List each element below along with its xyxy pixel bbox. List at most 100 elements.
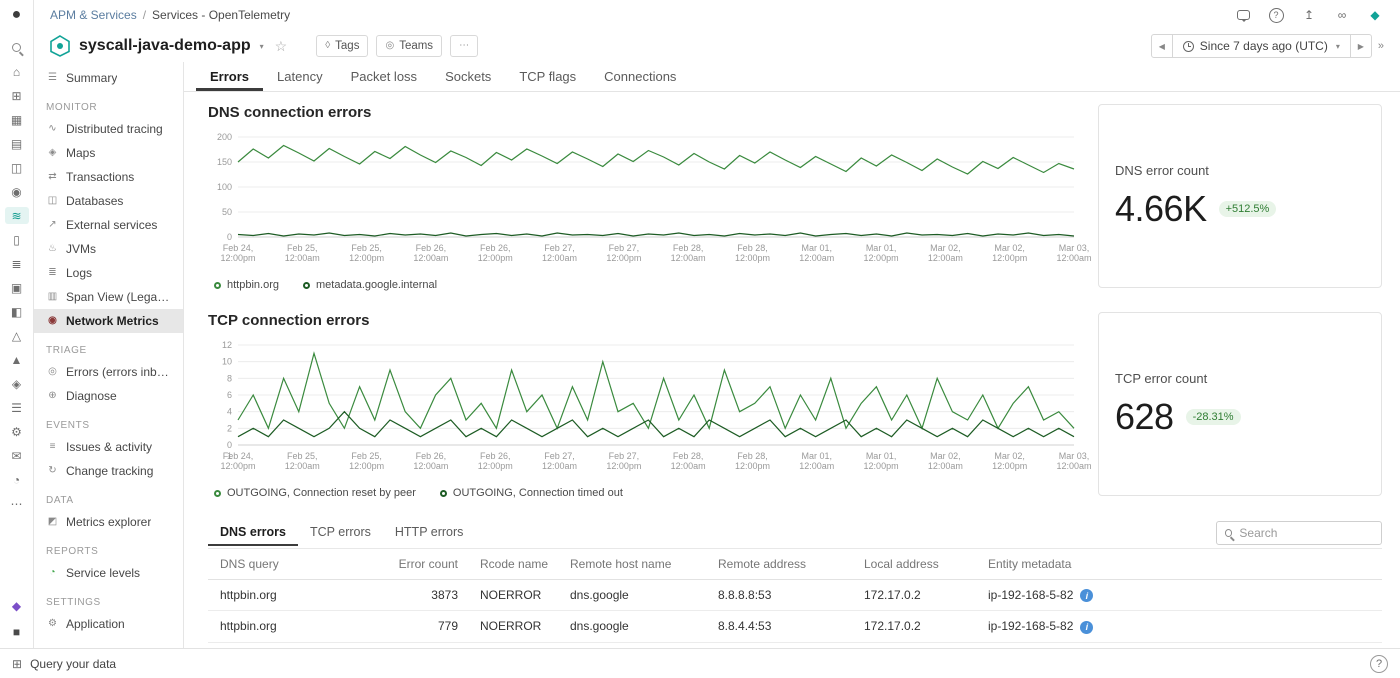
table-row[interactable]: httpbin.org779NOERRORdns.google8.8.4.4:5…: [208, 611, 1382, 642]
events-icon[interactable]: ☰: [5, 399, 29, 416]
y-tick-label: 0: [227, 440, 232, 450]
app-logo[interactable]: ●: [5, 6, 29, 23]
sidebar-item-network-metrics[interactable]: ◉Network Metrics: [34, 309, 183, 333]
sidebar-item-application[interactable]: ⚙Application: [34, 612, 183, 636]
sidebar-item-label: Logs: [66, 266, 92, 280]
sidebar-item-change-tracking[interactable]: ↻Change tracking: [34, 459, 183, 483]
tab-latency[interactable]: Latency: [263, 62, 337, 91]
tab-packet-loss[interactable]: Packet loss: [337, 62, 431, 91]
more-actions-button[interactable]: ⋯: [450, 35, 478, 57]
sidebar-item-service-levels[interactable]: ◔Service levels: [34, 561, 183, 585]
logs-icon[interactable]: ≣: [5, 255, 29, 272]
time-range-prev-button[interactable]: ◀: [1151, 34, 1173, 58]
column-header-error-count[interactable]: Error count: [358, 549, 468, 580]
share-icon[interactable]: ↥: [1300, 6, 1318, 24]
column-header-remote-host-name[interactable]: Remote host name: [558, 549, 706, 580]
ux-monitoring-icon[interactable]: ◧: [5, 303, 29, 320]
x-tick-label: 12:00pm: [606, 253, 641, 263]
x-tick-label: Mar 01,: [802, 451, 833, 461]
service-mgmt-icon[interactable]: ◔: [5, 471, 29, 488]
table-row[interactable]: httpbin.org3873NOERRORdns.google8.8.8.8:…: [208, 580, 1382, 611]
favorite-star-icon[interactable]: ☆: [275, 38, 288, 55]
change-tracking-icon: ↻: [46, 466, 59, 476]
dns-chart-legend: httpbin.orgmetadata.google.internal: [208, 276, 1078, 294]
x-tick-label: 12:00pm: [349, 253, 384, 263]
help-icon[interactable]: ?: [1267, 6, 1285, 24]
sidebar-item-metrics-explorer[interactable]: ◩Metrics explorer: [34, 510, 183, 534]
home-icon[interactable]: ⌂: [5, 63, 29, 80]
sidebar-item-maps[interactable]: ◈Maps: [34, 141, 183, 165]
more-apps-icon[interactable]: ⋯: [5, 495, 29, 512]
user-avatar[interactable]: ■: [5, 623, 29, 640]
comments-icon[interactable]: [1234, 6, 1252, 24]
monitors-icon[interactable]: ◫: [5, 159, 29, 176]
notebooks-icon[interactable]: ▯: [5, 231, 29, 248]
page-title[interactable]: syscall-java-demo-app: [79, 37, 251, 55]
title-bar: syscall-java-demo-app ▾ ☆ ◊Tags ◎Teams ⋯ ◀…: [34, 30, 1400, 62]
tab-errors[interactable]: Errors: [196, 62, 263, 91]
breadcrumb-services-opentelemetry[interactable]: Services - OpenTelemetry: [152, 8, 290, 22]
column-header-entity-metadata[interactable]: Entity metadata: [976, 549, 1382, 580]
subtab-dns-errors[interactable]: DNS errors: [208, 520, 298, 546]
tags-button[interactable]: ◊Tags: [316, 35, 368, 57]
new-item-icon[interactable]: ⊞: [5, 87, 29, 104]
copy-link-icon[interactable]: ∞: [1333, 6, 1351, 24]
subtab-tcp-errors[interactable]: TCP errors: [298, 520, 383, 546]
assistant-icon[interactable]: ◆: [1366, 6, 1384, 24]
time-range-selector[interactable]: Since 7 days ago (UTC) ▾: [1173, 34, 1350, 58]
dashboards-icon[interactable]: ▦: [5, 111, 29, 128]
sidebar-item-logs[interactable]: ≣Logs: [34, 261, 183, 285]
sidebar-item-databases[interactable]: ◫Databases: [34, 189, 183, 213]
x-tick-label: 12:00am: [671, 461, 706, 471]
tcp-errors-chart[interactable]: 0246810121Feb 24,12:00pmFeb 25,12:00amFe…: [208, 339, 1078, 482]
column-header-local-address[interactable]: Local address: [852, 549, 976, 580]
security-icon[interactable]: ▣: [5, 279, 29, 296]
sidebar-item-distributed-tracing[interactable]: ∿Distributed tracing: [34, 117, 183, 141]
sidebar-item-jvms[interactable]: ♨JVMs: [34, 237, 183, 261]
metrics-icon[interactable]: ▤: [5, 135, 29, 152]
info-icon[interactable]: i: [1080, 621, 1093, 634]
sidebar-item-transactions[interactable]: ⇄Transactions: [34, 165, 183, 189]
column-header-remote-address[interactable]: Remote address: [706, 549, 852, 580]
search-icon[interactable]: [5, 39, 29, 56]
watchdog-icon[interactable]: ◉: [5, 183, 29, 200]
tag-icon: ◊: [325, 41, 330, 51]
sidebar-item-external-services[interactable]: ↗External services: [34, 213, 183, 237]
search-box[interactable]: [1216, 521, 1382, 545]
y-tick-label: 10: [222, 357, 232, 367]
sidebar-item-diagnose[interactable]: ⊕Diagnose: [34, 384, 183, 408]
search-input[interactable]: [1239, 526, 1373, 540]
y-tick-label: 12: [222, 340, 232, 350]
ci-icon[interactable]: ◈: [5, 375, 29, 392]
column-header-rcode-name[interactable]: Rcode name: [468, 549, 558, 580]
apm-icon[interactable]: ≋: [5, 207, 29, 224]
rum-icon[interactable]: ▲: [5, 351, 29, 368]
help-button[interactable]: ?: [1370, 655, 1388, 673]
query-your-data-button[interactable]: ⊞ Query your data: [12, 657, 116, 671]
integrations-icon[interactable]: ⚙: [5, 423, 29, 440]
subtab-http-errors[interactable]: HTTP errors: [383, 520, 476, 546]
dns-errors-chart[interactable]: 050100150200Feb 24,12:00pmFeb 25,12:00am…: [208, 131, 1078, 274]
column-header-dns-query[interactable]: DNS query: [208, 549, 358, 580]
info-icon[interactable]: i: [1080, 589, 1093, 602]
sidebar-item-errors-errors-inbox[interactable]: ◎Errors (errors inbox): [34, 360, 183, 384]
sidebar-section-events: EVENTS: [46, 420, 171, 431]
tab-tcp-flags[interactable]: TCP flags: [505, 62, 590, 91]
sidebar-item-summary[interactable]: ☰Summary: [34, 66, 183, 90]
sidebar-item-issues-activity[interactable]: ≡Issues & activity: [34, 435, 183, 459]
upgrade-icon[interactable]: ◆: [5, 597, 29, 614]
tab-connections[interactable]: Connections: [590, 62, 690, 91]
tab-sockets[interactable]: Sockets: [431, 62, 505, 91]
synthetics-icon[interactable]: △: [5, 327, 29, 344]
breadcrumb-apm-services[interactable]: APM & Services: [50, 8, 137, 22]
content-area: DNS connection errors 050100150200Feb 24…: [184, 92, 1400, 643]
messages-icon[interactable]: ✉: [5, 447, 29, 464]
time-range-next-button[interactable]: ▶: [1350, 34, 1372, 58]
dns-error-count-card: DNS error count 4.66K +512.5%: [1098, 104, 1382, 288]
time-range-expand-button[interactable]: »: [1378, 40, 1384, 52]
icon-rail: ● ⌂ ⊞ ▦ ▤ ◫ ◉ ≋ ▯ ≣ ▣ ◧ △ ▲ ◈ ☰ ⚙ ✉ ◔ ⋯ ◆ ■: [0, 0, 34, 648]
x-tick-label: 12:00pm: [735, 461, 770, 471]
teams-button[interactable]: ◎Teams: [376, 35, 442, 57]
service-caret-icon[interactable]: ▾: [260, 42, 264, 51]
sidebar-item-span-view-legacy[interactable]: ▥Span View (Legacy): [34, 285, 183, 309]
